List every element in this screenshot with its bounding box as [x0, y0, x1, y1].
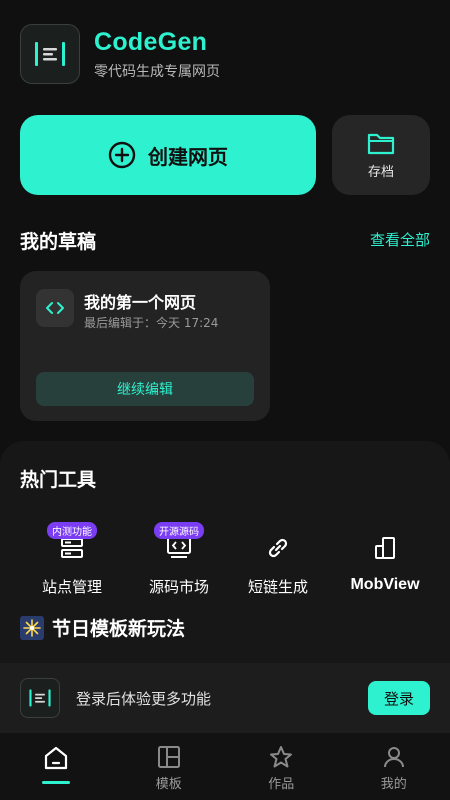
mobile-icon	[375, 537, 395, 559]
festival-templates-link[interactable]: 节日模板新玩法	[20, 614, 185, 641]
tool-label: 短链生成	[247, 578, 308, 596]
tool-label: MobView	[350, 576, 420, 593]
open-source-badge: 开源源码	[154, 522, 204, 539]
drafts-title: 我的草稿	[20, 231, 97, 253]
template-icon	[157, 746, 180, 768]
active-tab-indicator	[42, 781, 71, 784]
tool-short-link[interactable]: 短链生成	[223, 528, 333, 597]
draft-card[interactable]: 我的第一个网页 最后编辑于：今天 17:24 继续编辑	[20, 271, 270, 421]
app-subtitle: 零代码生成专属网页	[94, 63, 220, 80]
folder-icon	[367, 133, 395, 154]
tool-site-management[interactable]: 内测功能 站点管理	[17, 522, 127, 597]
beta-badge: 内测功能	[47, 522, 97, 539]
tab-templates[interactable]: 模板	[113, 733, 226, 800]
link-icon	[268, 538, 288, 558]
fireworks-icon	[20, 615, 44, 640]
app-header: CodeGen 零代码生成专属网页	[20, 24, 220, 84]
tab-home[interactable]	[0, 733, 113, 800]
app-logo-icon	[20, 24, 80, 84]
continue-edit-button[interactable]: 继续编辑	[36, 372, 254, 406]
archive-button[interactable]: 存档	[332, 115, 430, 195]
tab-works[interactable]: 作品	[225, 733, 338, 800]
view-all-link[interactable]: 查看全部	[370, 229, 430, 250]
create-page-button[interactable]: 创建网页	[20, 115, 316, 195]
tab-profile[interactable]: 我的	[338, 733, 450, 800]
plus-circle-icon	[108, 141, 136, 169]
app-title: CodeGen	[94, 27, 208, 56]
tool-label: 站点管理	[41, 578, 102, 596]
login-button[interactable]: 登录	[368, 681, 430, 715]
tab-label: 作品	[268, 777, 295, 792]
create-page-label: 创建网页	[148, 144, 228, 169]
tools-title: 热门工具	[20, 469, 97, 491]
home-icon	[45, 746, 68, 770]
login-bar: 登录后体验更多功能 登录	[0, 663, 450, 733]
tab-label: 我的	[380, 777, 407, 792]
bottom-tabbar: 模板 作品 我的	[0, 733, 450, 800]
festival-title: 节日模板新玩法	[52, 618, 186, 640]
login-prompt: 登录后体验更多功能	[76, 689, 212, 708]
app-logo-icon	[20, 678, 60, 718]
draft-timestamp: 最后编辑于：今天 17:24	[84, 316, 219, 330]
tool-label: 源码市场	[148, 578, 209, 596]
draft-title: 我的第一个网页	[84, 293, 197, 312]
user-icon	[383, 747, 404, 768]
code-icon	[36, 289, 74, 327]
star-icon	[270, 746, 293, 768]
archive-label: 存档	[367, 164, 394, 180]
tool-source-market[interactable]: 开源源码 源码市场	[124, 522, 234, 597]
tab-label: 模板	[155, 777, 182, 792]
tool-mobview[interactable]: MobView	[330, 528, 440, 594]
